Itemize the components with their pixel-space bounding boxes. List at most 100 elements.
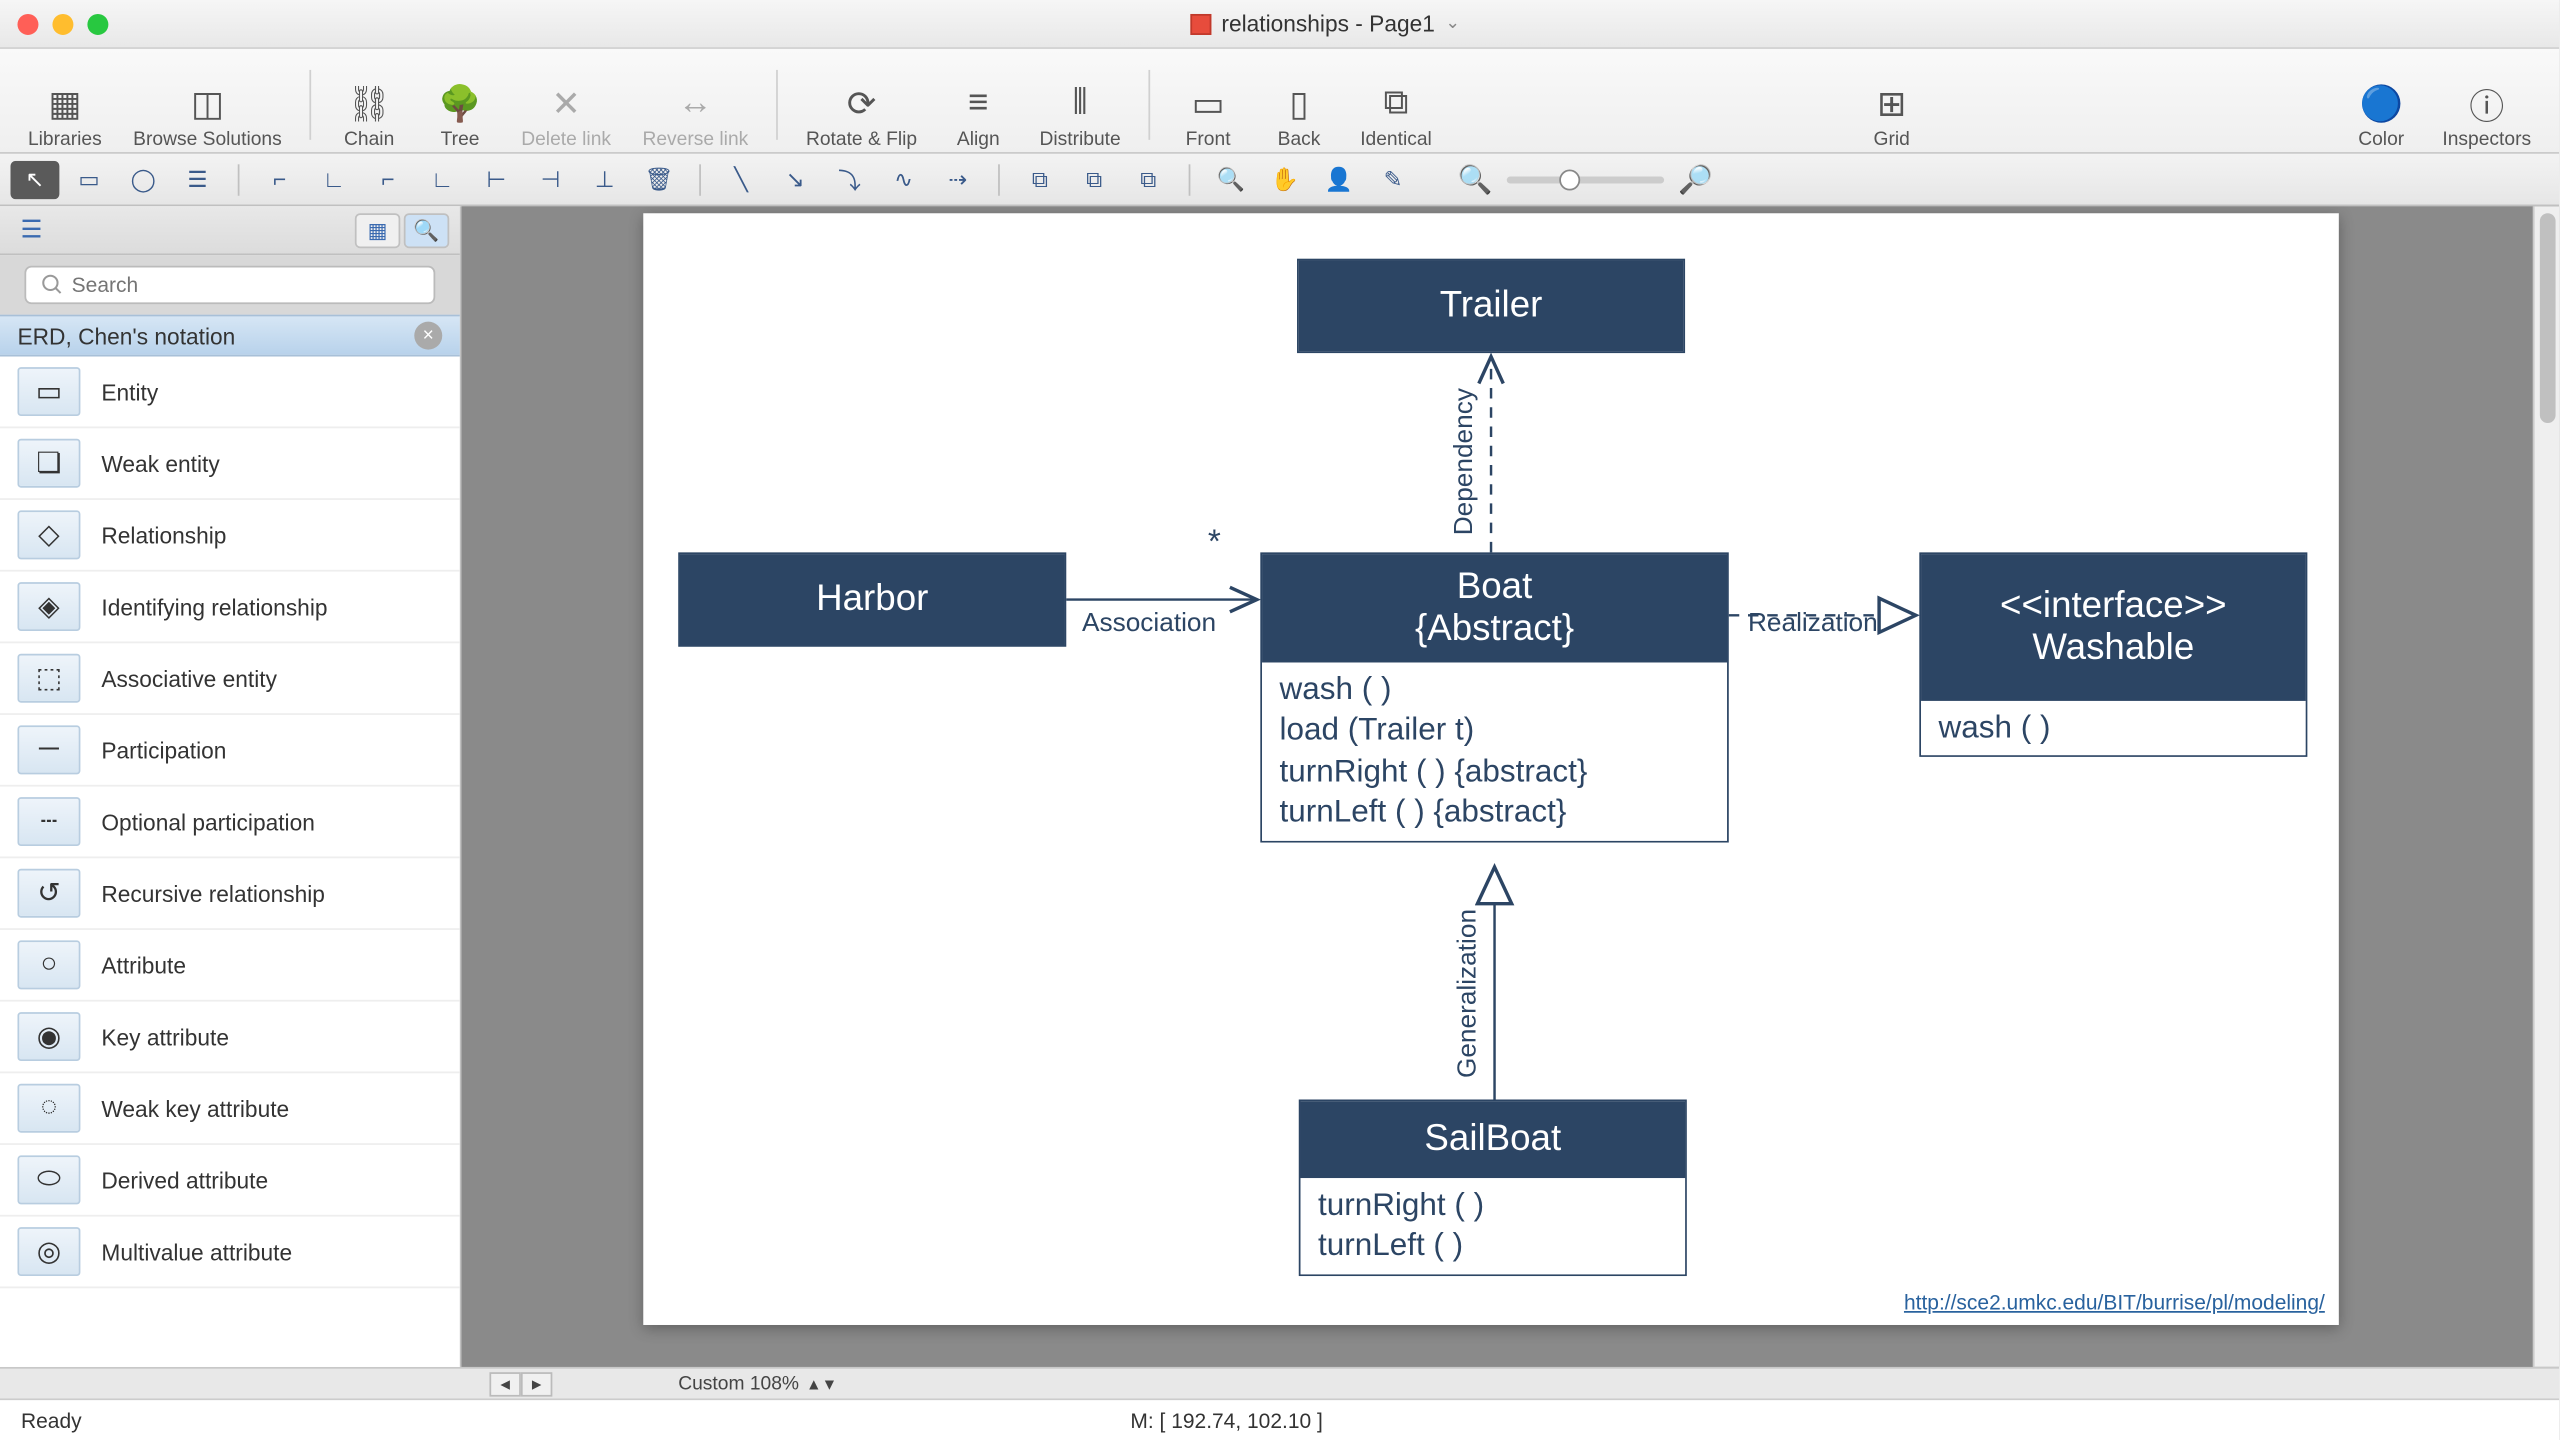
shape-item-participation[interactable]: ─Participation xyxy=(0,715,460,787)
toolbar-inspectors-button[interactable]: ⓘInspectors xyxy=(2428,55,2545,153)
shape-item-entity[interactable]: ▭Entity xyxy=(0,357,460,429)
shape-item-label: Key attribute xyxy=(101,1023,229,1049)
tool-group2-button[interactable]: ⧉ xyxy=(1070,160,1119,198)
shape-item-multivalue-attribute[interactable]: ◎Multivalue attribute xyxy=(0,1217,460,1289)
toolbar-distribute-button[interactable]: ⫴Distribute xyxy=(1026,55,1135,153)
toolbar-back-button[interactable]: ▯Back xyxy=(1255,55,1342,153)
tool-hand-button[interactable]: ✋ xyxy=(1260,160,1309,198)
shape-glyph-icon: ┄ xyxy=(17,797,80,846)
tool-group3-button[interactable]: ⧉ xyxy=(1124,160,1173,198)
toolbar-tree-button[interactable]: 🌳Tree xyxy=(416,55,503,153)
toolbar-align-button[interactable]: ≡Align xyxy=(935,55,1022,153)
source-link[interactable]: http://sce2.umkc.edu/BIT/burrise/pl/mode… xyxy=(1904,1290,2325,1314)
uml-interface-washable[interactable]: <<interface>> Washable wash ( ) xyxy=(1919,552,2307,757)
tool-person-button[interactable]: 👤 xyxy=(1314,160,1363,198)
page-next-button[interactable]: ► xyxy=(521,1371,552,1395)
tree-icon: 🌳 xyxy=(434,80,486,129)
tool-conn5-button[interactable]: ⊢ xyxy=(472,160,521,198)
vertical-scrollbar[interactable] xyxy=(2533,206,2559,1367)
class-title: Harbor xyxy=(680,554,1065,645)
tool-line5-button[interactable]: ⇢ xyxy=(933,160,982,198)
tool-eyedrop-button[interactable]: ✎ xyxy=(1369,160,1418,198)
toolbar-rotate-flip-button[interactable]: ⟳Rotate & Flip xyxy=(792,55,931,153)
toolbar-browse-solutions-button[interactable]: ◫Browse Solutions xyxy=(119,55,296,153)
tool-conn6-button[interactable]: ⊣ xyxy=(526,160,575,198)
shape-item-identifying-relationship[interactable]: ◈Identifying relationship xyxy=(0,572,460,644)
shape-item-associative-entity[interactable]: ⬚Associative entity xyxy=(0,643,460,715)
tool-line2-button[interactable]: ↘ xyxy=(771,160,820,198)
maximize-window-icon[interactable] xyxy=(87,13,108,34)
shape-item-label: Relationship xyxy=(101,522,226,548)
tool-pointer-button[interactable]: ↖ xyxy=(10,160,59,198)
grid-view-button[interactable]: ▦ xyxy=(355,212,400,247)
toolbar-color-button[interactable]: 🔵Color xyxy=(2338,55,2425,153)
uml-class-boat[interactable]: Boat {Abstract} wash ( )load (Trailer t)… xyxy=(1260,552,1728,841)
shape-item-attribute[interactable]: ○Attribute xyxy=(0,930,460,1002)
toolbar-chain-button[interactable]: ⛓Chain xyxy=(325,55,412,153)
close-library-icon[interactable]: × xyxy=(414,322,442,350)
shape-item-weak-key-attribute[interactable]: ◌Weak key attribute xyxy=(0,1073,460,1145)
shape-item-label: Entity xyxy=(101,378,158,404)
tool-conn3-button[interactable]: ⌐ xyxy=(364,160,413,198)
library-panel-icon[interactable]: ☰ xyxy=(10,212,52,247)
tool-rect-button[interactable]: ▭ xyxy=(65,160,114,198)
zoom-stepper-icon[interactable]: ▲▼ xyxy=(806,1375,837,1392)
zoom-out-icon[interactable]: 🔍 xyxy=(1458,162,1493,197)
shape-glyph-icon: ⬚ xyxy=(17,654,80,703)
close-window-icon[interactable] xyxy=(17,13,38,34)
rev-icon: ↔ xyxy=(669,80,721,129)
chevron-down-icon[interactable]: ⌄ xyxy=(1445,14,1460,33)
shape-item-key-attribute[interactable]: ◉Key attribute xyxy=(0,1002,460,1074)
tool-line4-button[interactable]: ∿ xyxy=(879,160,928,198)
tool-conn4-button[interactable]: ∟ xyxy=(418,160,467,198)
shape-item-label: Derived attribute xyxy=(101,1167,268,1193)
tool-group1-button[interactable]: ⧉ xyxy=(1016,160,1065,198)
footer-bar: ◄ ► Custom 108% ▲▼ xyxy=(0,1367,2559,1398)
shape-item-optional-participation[interactable]: ┄Optional participation xyxy=(0,787,460,859)
canvas-area[interactable]: Trailer Harbor Boat {Abstract} wash ( )l… xyxy=(461,206,2559,1367)
library-header[interactable]: ERD, Chen's notation × xyxy=(0,315,460,357)
label-multiplicity: * xyxy=(1208,524,1221,562)
shape-item-recursive-relationship[interactable]: ↺Recursive relationship xyxy=(0,858,460,930)
tool-text-button[interactable]: ☰ xyxy=(173,160,222,198)
toolbar-label: Back xyxy=(1278,128,1321,149)
shape-glyph-icon: ↺ xyxy=(17,869,80,918)
search-input[interactable] xyxy=(24,266,435,304)
tool-zoom-tool-button[interactable]: 🔍 xyxy=(1206,160,1255,198)
page-canvas[interactable]: Trailer Harbor Boat {Abstract} wash ( )l… xyxy=(643,213,2339,1325)
shape-item-weak-entity[interactable]: ❏Weak entity xyxy=(0,428,460,500)
ident-icon: ⧉ xyxy=(1370,80,1422,129)
shape-item-derived-attribute[interactable]: ⬭Derived attribute xyxy=(0,1145,460,1217)
tool-trash-button[interactable]: 🗑 xyxy=(635,160,684,198)
zoom-slider-group: 🔍🔎 xyxy=(1458,162,1713,197)
toolbar-grid-button[interactable]: ⊞Grid xyxy=(1848,55,1935,153)
zoom-control[interactable]: Custom 108% ▲▼ xyxy=(678,1373,837,1394)
toolbar-libraries-button[interactable]: ▦Libraries xyxy=(14,55,116,153)
toolbar-identical-button[interactable]: ⧉Identical xyxy=(1346,55,1446,153)
toolbar-front-button[interactable]: ▭Front xyxy=(1164,55,1251,153)
minimize-window-icon[interactable] xyxy=(52,13,73,34)
tool-conn1-button[interactable]: ⌐ xyxy=(255,160,304,198)
shape-item-relationship[interactable]: ◇Relationship xyxy=(0,500,460,572)
tool-conn2-button[interactable]: ∟ xyxy=(309,160,358,198)
align-icon: ≡ xyxy=(952,80,1004,129)
page-prev-button[interactable]: ◄ xyxy=(489,1371,520,1395)
uml-class-harbor[interactable]: Harbor xyxy=(678,552,1066,646)
toolbar-label: Delete link xyxy=(521,128,611,149)
uml-class-trailer[interactable]: Trailer xyxy=(1297,259,1685,353)
zoom-in-icon[interactable]: 🔎 xyxy=(1678,162,1713,197)
toolbar-label: Identical xyxy=(1360,128,1432,149)
search-mode-button[interactable]: 🔍 xyxy=(404,212,449,247)
zoom-slider[interactable] xyxy=(1507,176,1664,183)
uml-class-sailboat[interactable]: SailBoat turnRight ( )turnLeft ( ) xyxy=(1299,1099,1687,1275)
page-nav: ◄ ► xyxy=(489,1371,552,1395)
toolbar-label: Reverse link xyxy=(642,128,748,149)
tool-line3-button[interactable]: ⤵ xyxy=(825,160,874,198)
sidebar: ☰ ▦ 🔍 ERD, Chen's notation × ▭Entity❏Wea… xyxy=(0,206,461,1367)
shape-list: ▭Entity❏Weak entity◇Relationship◈Identif… xyxy=(0,357,460,1367)
dist-icon: ⫴ xyxy=(1054,80,1106,129)
tool-ellipse-button[interactable]: ◯ xyxy=(119,160,168,198)
tool-line1-button[interactable]: ╲ xyxy=(717,160,766,198)
tool-conn7-button[interactable]: ⊥ xyxy=(580,160,629,198)
browse-icon: ◫ xyxy=(181,80,233,129)
